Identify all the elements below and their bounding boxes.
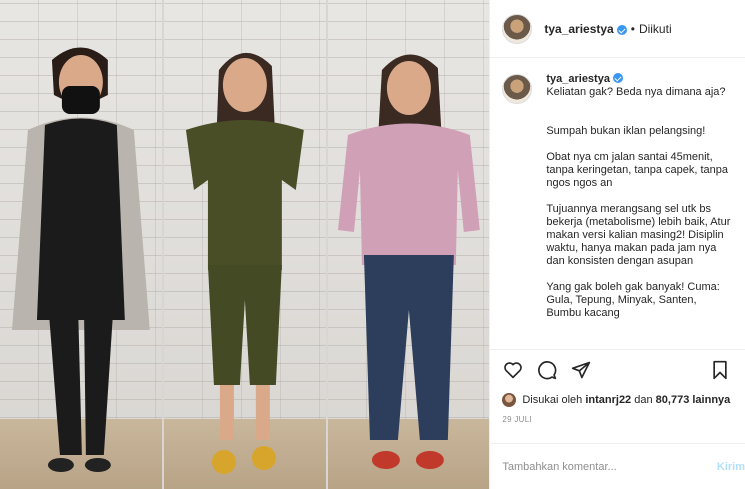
person-pink-outfit <box>337 54 480 469</box>
person-black-outfit <box>11 47 150 472</box>
bookmark-icon[interactable] <box>709 359 731 381</box>
caption-paragraph: Sumpah bukan iklan pelangsing! <box>546 125 706 137</box>
caption-paragraph: Tujuannya merangsang sel utk bs bekerja … <box>546 203 731 267</box>
photo-panel-middle <box>163 0 326 489</box>
post-header: tya_ariestya • Diikuti <box>490 0 745 58</box>
person-olive-outfit <box>185 52 304 474</box>
caption-username[interactable]: tya_ariestya <box>546 73 610 85</box>
caption-paragraph: Keliatan gak? Beda nya dimana aja? <box>546 86 726 98</box>
photo-panel-right <box>327 0 490 489</box>
author-avatar[interactable] <box>502 13 533 44</box>
post-sidebar: tya_ariestya • Diikuti tya_ariestya Keli… <box>489 0 745 489</box>
post-date[interactable]: 29 JULI <box>490 411 745 435</box>
instagram-post: tya_ariestya • Diikuti tya_ariestya Keli… <box>0 0 745 489</box>
share-icon[interactable] <box>570 359 592 381</box>
likes-count[interactable]: 80,773 lainnya <box>656 394 731 406</box>
likes-middle: dan <box>634 394 653 406</box>
comment-icon[interactable] <box>536 359 558 381</box>
author-username[interactable]: tya_ariestya <box>544 22 613 36</box>
separator-dot: • <box>630 21 635 36</box>
caption-section: tya_ariestya Keliatan gak? Beda nya dima… <box>490 58 745 349</box>
verified-badge-icon <box>616 24 627 35</box>
post-photo[interactable] <box>0 0 490 489</box>
comment-box: Tambahkan komentar... Kirim <box>490 443 745 489</box>
verified-badge-icon <box>612 73 623 83</box>
liker-username[interactable]: intanrj22 <box>585 394 631 406</box>
caption-paragraph: Yang gak boleh gak banyak! Cuma: Gula, T… <box>546 281 720 319</box>
likes-summary: Disukai oleh intanrj22 dan 80,773 lainny… <box>490 389 745 411</box>
likes-prefix: Disukai oleh <box>522 394 583 406</box>
following-status[interactable]: Diikuti <box>639 22 672 36</box>
photo-panel-left <box>0 0 162 489</box>
caption-paragraph: Obat nya cm jalan santai 45menit, tanpa … <box>546 151 728 189</box>
liker-avatar[interactable] <box>502 393 517 407</box>
like-icon[interactable] <box>502 359 524 381</box>
caption-author-avatar[interactable] <box>502 74 533 104</box>
action-bar <box>490 349 745 389</box>
caption-body: tya_ariestya Keliatan gak? Beda nya dima… <box>546 72 733 349</box>
send-comment-button[interactable]: Kirim <box>717 461 745 473</box>
comment-input[interactable]: Tambahkan komentar... <box>502 461 616 473</box>
